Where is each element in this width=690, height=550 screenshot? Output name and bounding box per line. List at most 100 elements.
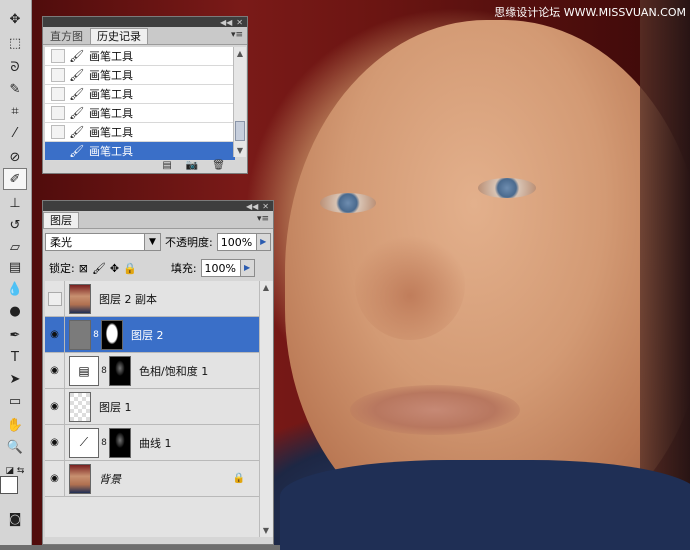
clone-stamp-tool-icon[interactable]: ⊥ (3, 192, 27, 214)
history-state-marker[interactable] (51, 144, 65, 158)
background-shadow (640, 0, 690, 545)
eyedropper-tool-icon[interactable]: ⁄ (3, 122, 27, 144)
panel-menu-icon[interactable]: ▾≡ (231, 30, 243, 40)
dodge-tool-icon[interactable]: ● (3, 300, 27, 322)
scroll-up-icon[interactable]: ▲ (260, 281, 272, 294)
layers-panel-titlebar[interactable]: ◀◀ ✕ (43, 201, 273, 211)
type-tool-icon[interactable]: T (3, 346, 27, 368)
lock-image-icon[interactable]: 🖌 (92, 262, 106, 275)
eye-icon[interactable]: ◉ (45, 352, 65, 389)
history-panel: ◀◀ ✕ 直方图 历史记录 ▾≡ 🖌 画笔工具 🖌 画笔工具 🖌 画笔工具 🖌 画笔工具 … (42, 16, 248, 174)
link-icon[interactable]: 8 (100, 438, 108, 448)
shape-tool-icon[interactable]: ▭ (3, 390, 27, 412)
layer-row[interactable]: ◉ 图层 1 (45, 388, 259, 425)
snapshot-checkbox[interactable] (51, 87, 65, 101)
close-icon[interactable]: ✕ (262, 202, 269, 211)
history-tabs: 直方图 历史记录 ▾≡ (43, 27, 247, 45)
quick-select-tool-icon[interactable]: ✎ (3, 78, 27, 100)
history-item[interactable]: 🖌 画笔工具 (45, 104, 235, 123)
blur-tool-icon[interactable]: 💧 (3, 278, 27, 300)
brush-icon: 🖌 (69, 87, 85, 101)
scroll-thumb[interactable] (235, 121, 245, 141)
opacity-input[interactable]: 100% ▶ (216, 233, 271, 251)
layer-row[interactable]: 图层 2 副本 (45, 280, 259, 317)
snapshot-checkbox[interactable] (51, 106, 65, 120)
history-item[interactable]: 🖌 画笔工具 (45, 47, 235, 66)
layer-thumbnail (69, 319, 91, 350)
eye-icon[interactable]: ◉ (45, 388, 65, 425)
layer-thumbnail (69, 283, 91, 314)
eye-icon[interactable]: ◉ (45, 316, 65, 353)
history-list: 🖌 画笔工具 🖌 画笔工具 🖌 画笔工具 🖌 画笔工具 🖌 画笔工具 🖌 画笔工具 (45, 47, 235, 161)
tab-layers[interactable]: 图层 (43, 212, 79, 228)
layer-mask-thumbnail[interactable] (109, 355, 131, 386)
blend-mode-select[interactable]: 柔光 ▼ (45, 233, 161, 251)
path-select-tool-icon[interactable]: ➤ (3, 368, 27, 390)
trash-icon[interactable]: 🗑 (212, 160, 225, 171)
brush-icon: 🖌 (69, 125, 85, 139)
eye-icon[interactable]: ◉ (45, 424, 65, 461)
gradient-tool-icon[interactable]: ▤ (3, 256, 27, 278)
layers-tabs: 图层 ▾≡ (43, 211, 273, 229)
history-scrollbar[interactable]: ▲ ▼ (233, 47, 246, 157)
blend-row: 柔光 ▼ 不透明度: 100% ▶ (45, 233, 271, 251)
chevron-right-icon[interactable]: ▶ (255, 234, 270, 250)
visibility-toggle[interactable] (45, 280, 65, 317)
layers-scrollbar[interactable]: ▲ ▼ (259, 281, 272, 537)
layer-mask-thumbnail[interactable] (109, 427, 131, 458)
chevron-down-icon: ▼ (144, 234, 160, 250)
new-document-from-state-icon[interactable]: ▤ (162, 160, 171, 171)
move-tool-icon[interactable]: ✥ (3, 8, 27, 30)
history-item[interactable]: 🖌 画笔工具 (45, 85, 235, 104)
lock-label: 锁定: (49, 262, 75, 275)
pen-tool-icon[interactable]: ✒ (3, 324, 27, 346)
layer-row[interactable]: ◉ ▤ 8 色相/饱和度 1 (45, 352, 259, 389)
curves-adjustment-icon: ⟋ (69, 427, 99, 458)
chevron-right-icon[interactable]: ▶ (239, 260, 254, 276)
zoom-tool-icon[interactable]: 🔍 (3, 436, 27, 458)
collapse-icon[interactable]: ◀◀ (220, 18, 232, 27)
lock-transparent-icon[interactable]: ⊠ (79, 262, 88, 275)
snapshot-checkbox[interactable] (51, 125, 65, 139)
history-panel-titlebar[interactable]: ◀◀ ✕ (43, 17, 247, 27)
history-item[interactable]: 🖌 画笔工具 (45, 66, 235, 85)
healing-brush-tool-icon[interactable]: ⊘ (3, 146, 27, 168)
link-icon[interactable]: 8 (100, 366, 108, 376)
snapshot-icon[interactable]: 📷 (186, 160, 198, 171)
close-icon[interactable]: ✕ (236, 18, 243, 27)
lock-all-icon[interactable]: 🔒 (123, 262, 137, 275)
snapshot-checkbox[interactable] (51, 68, 65, 82)
link-icon[interactable]: 8 (92, 330, 100, 340)
brush-tool-icon[interactable]: ✐ (3, 168, 27, 190)
hand-tool-icon[interactable]: ✋ (3, 414, 27, 436)
collapse-icon[interactable]: ◀◀ (246, 202, 258, 211)
brush-icon: 🖌 (69, 68, 85, 82)
scroll-up-icon[interactable]: ▲ (234, 47, 246, 60)
quick-mask-icon[interactable]: ◙ (3, 508, 27, 530)
layers-panel: ◀◀ ✕ 图层 ▾≡ 柔光 ▼ 不透明度: 100% ▶ 锁定: ⊠ 🖌 ✥ 🔒 填充… (42, 200, 274, 545)
layer-row-selected[interactable]: ◉ 8 图层 2 (45, 316, 259, 353)
scroll-down-icon[interactable]: ▼ (260, 524, 272, 537)
layer-row[interactable]: ◉ ⟋ 8 曲线 1 (45, 424, 259, 461)
snapshot-checkbox[interactable] (51, 49, 65, 63)
shirt-image (280, 460, 690, 550)
lips (350, 385, 520, 435)
history-brush-tool-icon[interactable]: ↺ (3, 214, 27, 236)
lasso-tool-icon[interactable]: ᘐ (3, 56, 27, 78)
eraser-tool-icon[interactable]: ▱ (3, 236, 27, 258)
foreground-color-swatch[interactable] (0, 476, 18, 494)
scroll-down-icon[interactable]: ▼ (234, 144, 246, 157)
layer-row[interactable]: ◉ 背景 🔒 (45, 460, 259, 497)
eye-icon[interactable]: ◉ (45, 460, 65, 497)
lock-position-icon[interactable]: ✥ (110, 262, 119, 275)
fill-input[interactable]: 100% ▶ (200, 259, 255, 277)
left-eye (320, 193, 376, 213)
nose-shade (355, 230, 465, 340)
layer-mask-thumbnail[interactable] (101, 319, 123, 350)
panel-menu-icon[interactable]: ▾≡ (257, 214, 269, 224)
tab-history[interactable]: 历史记录 (90, 28, 148, 44)
marquee-tool-icon[interactable]: ⬚ (3, 32, 27, 54)
tab-histogram[interactable]: 直方图 (43, 28, 90, 44)
crop-tool-icon[interactable]: ⌗ (3, 100, 27, 122)
history-item[interactable]: 🖌 画笔工具 (45, 123, 235, 142)
